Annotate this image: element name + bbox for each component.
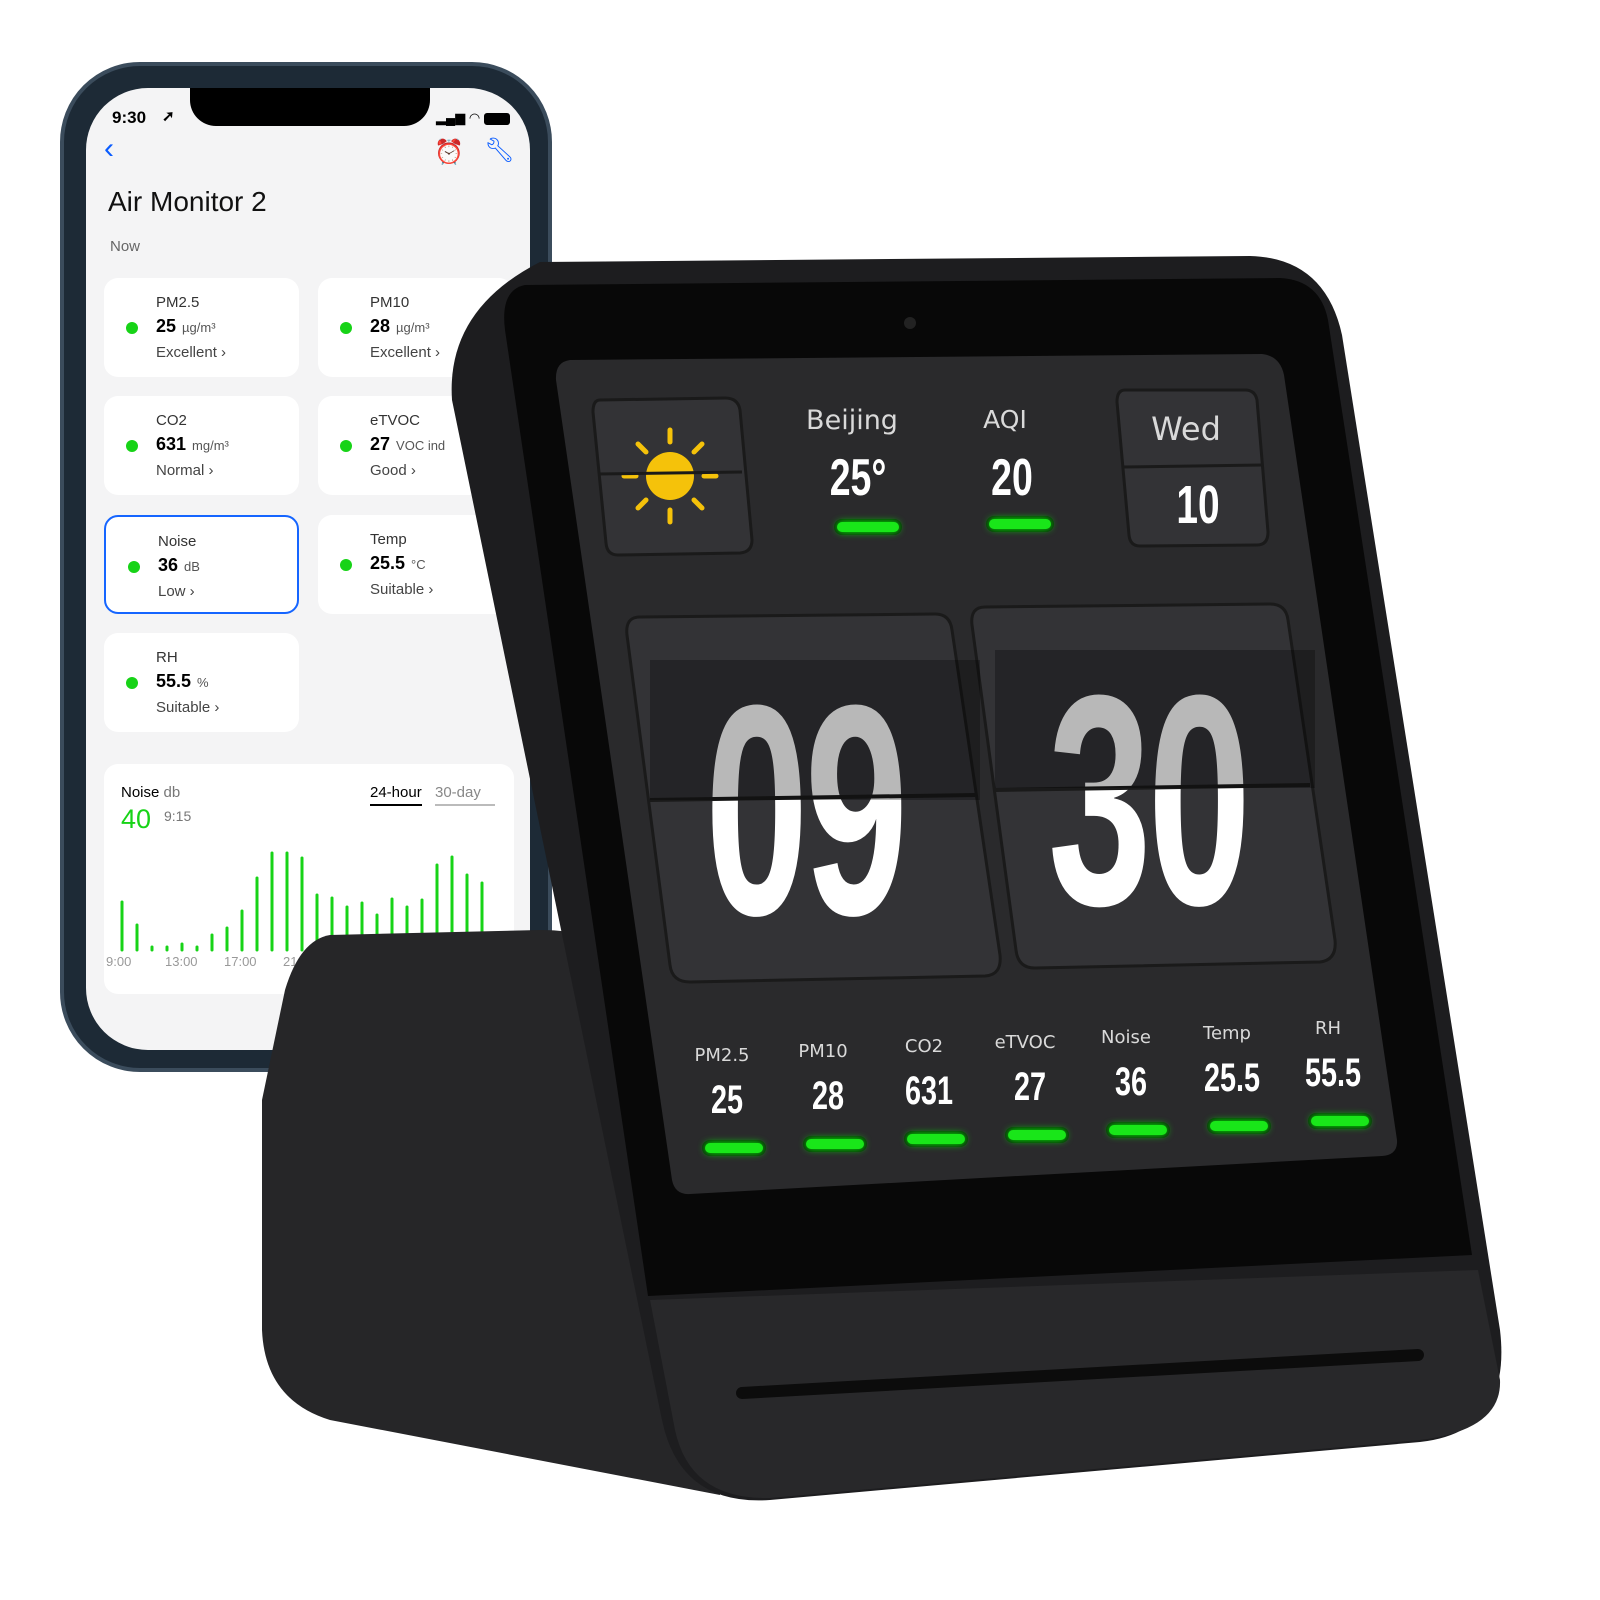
device-metric-label: RH [1314, 1018, 1342, 1039]
device-metric-indicator [907, 1134, 965, 1144]
device-hour: 09 [705, 642, 908, 978]
sun-icon [646, 452, 694, 500]
device-metric-label: PM10 [798, 1040, 848, 1062]
device-metric-indicator [1311, 1116, 1369, 1126]
device-metric-indicator [1109, 1125, 1167, 1135]
device-weekday: Wed [1151, 410, 1221, 448]
device-minute: 30 [1048, 632, 1251, 968]
device-metric-indicator [705, 1143, 763, 1153]
device-day: 10 [1176, 475, 1220, 535]
device-metric-value: 25 [710, 1078, 744, 1122]
device-metric-value: 631 [904, 1069, 954, 1113]
camera-icon [904, 317, 916, 329]
device-metric-indicator [1008, 1129, 1066, 1140]
temp-indicator [837, 522, 899, 532]
device-metric-label: Temp [1203, 1022, 1251, 1044]
device-city: Beijing [806, 405, 898, 436]
aqi-indicator [989, 519, 1051, 529]
device-aqi-label: AQI [983, 405, 1027, 434]
device-metric-value: 27 [1013, 1064, 1047, 1109]
device-temperature: 25° [829, 449, 887, 507]
device-metric-label: PM2.5 [694, 1045, 750, 1066]
device-metric-indicator [1210, 1120, 1268, 1131]
device-metric-value: 55.5 [1304, 1051, 1362, 1095]
device-metric-label: Noise [1101, 1027, 1151, 1048]
device-lower-strip [650, 1270, 1501, 1499]
device-metric-value: 28 [811, 1073, 845, 1118]
device-metric-label: CO2 [904, 1036, 944, 1057]
device-metric-value: 25.5 [1203, 1055, 1261, 1100]
device-metric-indicator [806, 1138, 864, 1149]
device-aqi-value: 20 [991, 449, 1033, 507]
device-metric-label: eTVOC [994, 1031, 1056, 1053]
device-metric-value: 36 [1114, 1060, 1148, 1104]
